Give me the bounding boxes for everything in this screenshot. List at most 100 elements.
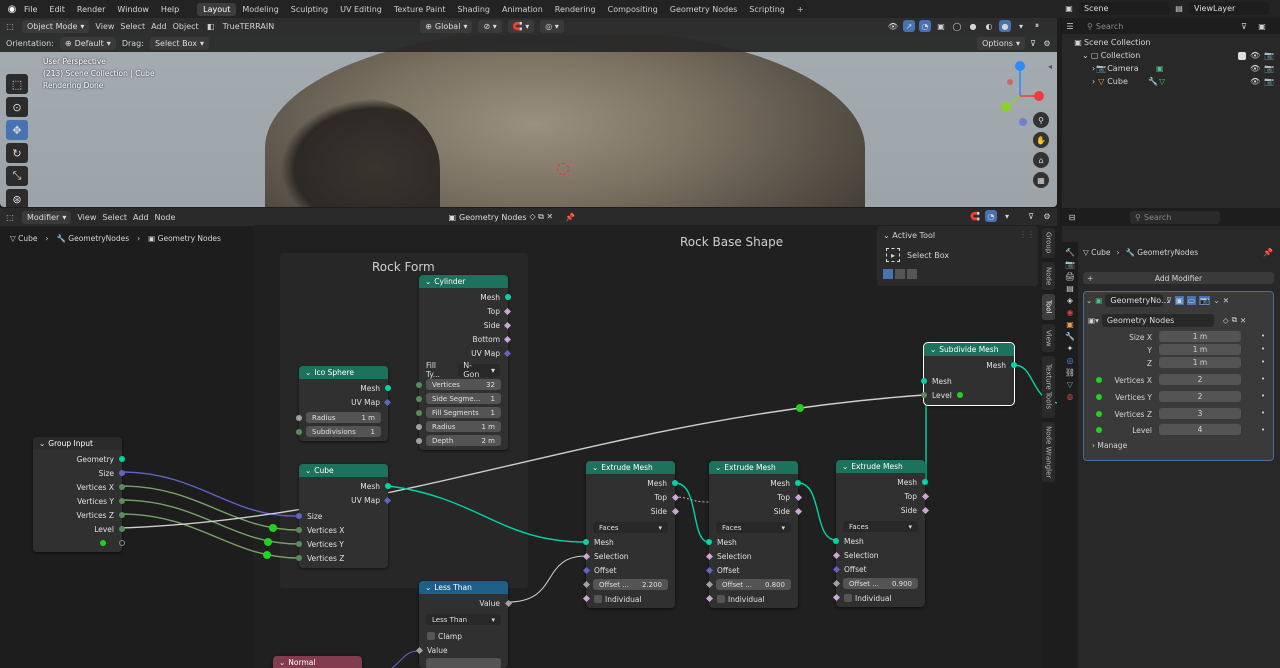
mode-dropdown[interactable]: Faces ▾ [843,521,918,532]
reroute-dot[interactable] [264,538,272,546]
scene-tab-icon[interactable]: ◈ [1067,296,1073,305]
menu-select[interactable]: Select [120,22,145,31]
shading-options-icon[interactable]: ▾ [1015,20,1027,32]
modifier-remove-icon[interactable]: ✕ [1223,296,1229,305]
wireframe-shading-icon[interactable]: ◯ [951,20,963,32]
add-modifier-button[interactable]: + Add Modifier [1083,272,1274,284]
offset-scale-field[interactable]: Offset ... 0.900 [843,578,918,589]
keyframe-dot-icon[interactable]: • [1261,346,1265,353]
ortho-grid-icon[interactable]: ▦ [1033,172,1049,188]
node-extrude-mesh-2[interactable]: ⌄ Extrude Mesh Mesh Top Side Faces ▾ Mesh… [705,461,803,608]
socket-subdivisions[interactable] [296,429,302,435]
select-extend-icon[interactable] [895,269,905,279]
reroute-dot[interactable] [1096,411,1102,417]
camera-view-icon[interactable]: ⌂ [1033,152,1049,168]
geometry-nodes-modifier-icon[interactable]: ▣ [1095,296,1102,305]
keyframe-dot-icon[interactable]: • [1261,333,1265,340]
tab-texture-tools[interactable]: Texture Tools [1042,356,1055,418]
snap-toggle[interactable]: 🧲 ▾ [507,20,535,33]
socket-mesh-in[interactable] [921,378,927,384]
vertices-x-field[interactable]: 2 [1159,374,1241,385]
settings-gear-icon[interactable]: ⚙ [1041,37,1053,49]
drag-dropdown[interactable]: Select Box ▾ [149,37,210,50]
expand-chevron-icon[interactable]: ⌄ [1082,51,1089,60]
collection-eye-icon[interactable]: 👁 [1250,51,1260,60]
node-subdivide-mesh[interactable]: ⌄ Subdivide Mesh Mesh Mesh Level [921,342,1017,406]
active-tool-title[interactable]: ⌄ Active Tool [883,231,935,240]
tab-geometry-nodes[interactable]: Geometry Nodes [664,3,743,16]
tab-layout[interactable]: Layout [197,2,237,16]
tool-tab-icon[interactable]: 🔨 [1065,248,1075,257]
vertices-z-field[interactable]: 3 [1159,408,1241,419]
size-y-field[interactable]: 1 m [1159,344,1241,355]
socket-vertices-x[interactable] [296,527,302,533]
reroute-dot[interactable] [957,392,963,398]
options-dropdown[interactable]: Options ▾ [977,37,1025,50]
side-segments-field[interactable]: Side Segme... 1 [426,393,501,404]
node-extrude-mesh-1[interactable]: ⌄ Extrude Mesh Mesh Top Side Faces ▾ Mesh… [582,461,680,608]
collection-camera-icon[interactable]: 📷 [1264,51,1274,60]
tab-sculpting[interactable]: Sculpting [285,3,334,16]
node-header[interactable]: ⌄ Less Than [419,581,508,594]
particles-tab-icon[interactable]: ✦ [1067,344,1074,353]
modifier-tab-icon[interactable]: 🔧 [1065,332,1075,341]
properties-search-input[interactable]: ⚲ Search [1130,210,1220,224]
object-tab-icon[interactable]: ▣ [1066,320,1074,329]
orientation-dropdown[interactable]: ⊕ Default ▾ [59,37,116,50]
socket-fill-segments[interactable] [416,410,422,416]
panel-drag-icon[interactable]: ⋮⋮ [1019,230,1035,239]
node-tree-icon[interactable]: ▣▾ [1088,316,1099,325]
node-group-input[interactable]: ⌄ Group Input Geometry Size Vertices X V… [33,437,125,552]
add-workspace-icon[interactable]: + [791,3,810,16]
keyframe-dot-icon[interactable]: • [1261,427,1265,434]
node-header[interactable]: ⌄ Cube [299,464,388,477]
unlink-icon[interactable]: ✕ [1240,316,1246,325]
keyframe-dot-icon[interactable]: • [1261,410,1265,417]
individual-checkbox[interactable] [594,595,602,603]
outliner-item-cube[interactable]: › ▽ Cube 🔧 ▽ 👁 📷 [1062,75,1280,88]
socket-level[interactable] [119,526,125,532]
reroute-dot[interactable] [100,540,106,546]
socket-mesh[interactable] [385,385,391,391]
tab-scripting[interactable]: Scripting [743,3,791,16]
reroute-dot[interactable] [263,551,271,559]
socket-size[interactable] [119,470,125,476]
cube-eye-icon[interactable]: 👁 [1250,77,1260,86]
scene-icon[interactable]: ▣ [1063,3,1075,15]
node-ico-sphere[interactable]: ⌄ Ico Sphere Mesh UV Map Radius 1 m Subdi… [296,366,392,441]
keyframe-dot-icon[interactable]: • [1261,393,1265,400]
properties-type-icon[interactable]: ⊟ [1066,211,1078,223]
socket-vertices-x[interactable] [119,484,125,490]
duplicate-icon[interactable]: ⧉ [1232,315,1237,325]
socket-mesh-in[interactable] [706,539,712,545]
transform-orientation-dropdown[interactable]: ⊕ Global ▾ [420,20,473,33]
select-subtract-icon[interactable] [907,269,917,279]
node-header[interactable]: ⌄ Extrude Mesh [836,460,925,473]
tab-node-wrangler[interactable]: Node Wrangler [1042,422,1055,482]
menu-file[interactable]: File [18,5,43,14]
socket-depth[interactable] [416,438,422,444]
fill-type-dropdown[interactable]: N-Gon ▾ [458,361,500,379]
menu-render[interactable]: Render [71,5,111,14]
menu-object[interactable]: Object [173,22,199,31]
individual-toggle[interactable]: Individual [586,593,675,605]
overlay-icon[interactable]: ◔ [919,20,931,32]
zoom-icon[interactable]: ⚲ [1033,112,1049,128]
reroute-dot[interactable] [796,404,804,412]
node-normal[interactable]: ⌄ Normal [273,656,362,668]
socket-radius[interactable] [296,415,302,421]
viewlayer-field[interactable]: ViewLayer [1189,2,1269,15]
render-tab-icon[interactable]: 📷 [1065,260,1075,269]
menu-help[interactable]: Help [155,5,185,14]
outliner-item-camera[interactable]: › 📷 Camera ▣ 👁 📷 [1062,62,1280,75]
socket-mesh-in[interactable] [583,539,589,545]
socket-level[interactable] [921,392,927,398]
manage-subpanel[interactable]: › Manage [1092,441,1127,450]
proportional-edit[interactable]: ◎ ▾ [540,20,564,33]
tab-animation[interactable]: Animation [496,3,549,16]
node-header[interactable]: ⌄ Subdivide Mesh [924,343,1014,356]
visibility-icon[interactable]: 👁 [887,20,899,32]
reroute-dot[interactable] [269,524,277,532]
gizmo-neg-x-handle[interactable] [1007,79,1013,85]
menu-add[interactable]: Add [151,22,167,31]
